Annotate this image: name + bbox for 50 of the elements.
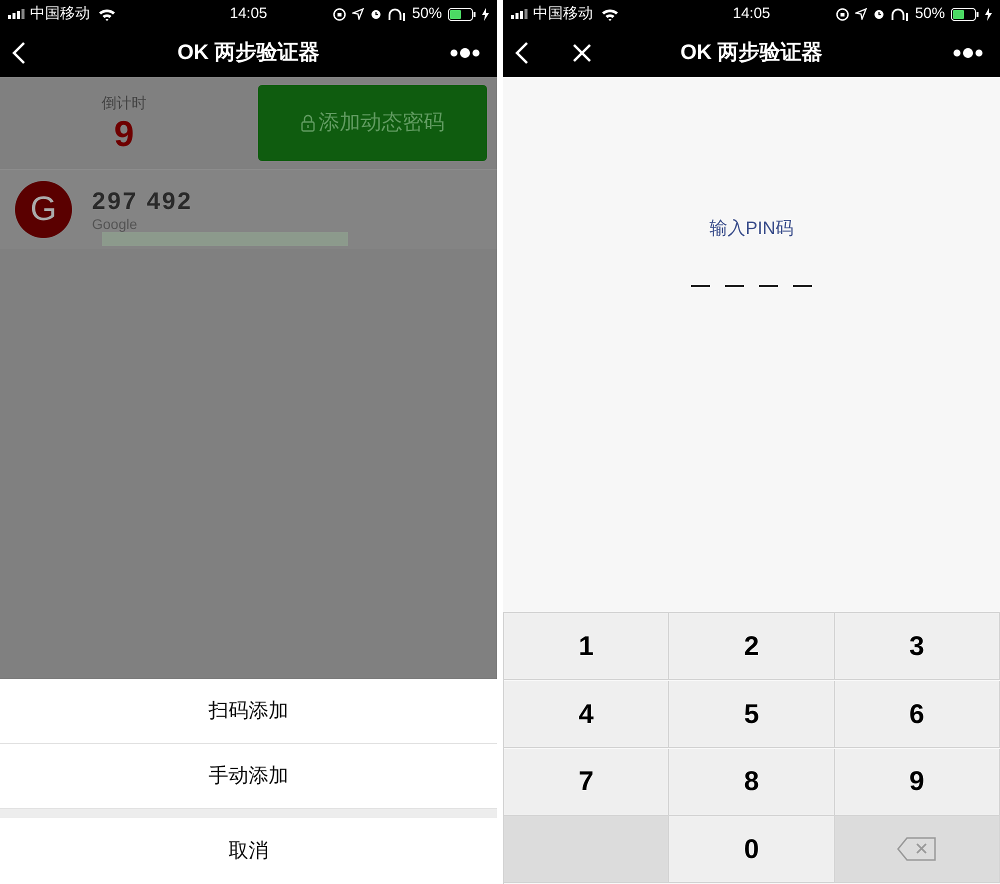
rotation-lock-icon: [836, 8, 849, 20]
charging-icon: [482, 8, 489, 20]
keypad-key[interactable]: 2: [669, 613, 835, 680]
account-avatar: G: [15, 181, 72, 238]
keypad-key[interactable]: 8: [669, 748, 835, 816]
account-code: 297 492: [92, 188, 193, 216]
headphones-icon: [388, 8, 406, 20]
keypad-key[interactable]: 6: [834, 680, 1000, 748]
countdown-value: 9: [114, 115, 134, 154]
signal-icon: [8, 9, 26, 19]
clock-time: 14:05: [732, 4, 770, 24]
window-title: OK 两步验证器: [177, 40, 320, 66]
countdown-label: 倒计时: [102, 94, 146, 114]
signal-icon: [511, 9, 529, 19]
battery-icon: [951, 8, 979, 20]
cancel-button[interactable]: 取消: [0, 818, 497, 884]
location-arrow-icon: [352, 8, 364, 20]
clock-time: 14:05: [230, 4, 268, 24]
battery-icon: [448, 8, 476, 20]
keypad-key[interactable]: 7: [504, 748, 670, 816]
close-button[interactable]: [571, 42, 593, 64]
action-sheet-item[interactable]: 扫码添加: [0, 679, 497, 744]
location-arrow-icon: [854, 8, 867, 20]
keypad-key[interactable]: 5: [669, 680, 835, 748]
alarm-icon: [370, 8, 382, 20]
keypad-key[interactable]: 9: [834, 748, 1000, 816]
action-sheet-item[interactable]: 手动添加: [0, 744, 497, 809]
back-chevron-icon: [12, 40, 26, 64]
close-icon: [572, 42, 592, 62]
backspace-icon: [896, 837, 937, 862]
carrier-name: 中国移动: [30, 4, 90, 24]
charging-icon: [985, 8, 992, 20]
pin-prompt: 输入PIN码: [709, 217, 794, 240]
headphones-icon: [890, 8, 909, 20]
battery-percent: 50%: [412, 4, 442, 24]
wifi-icon: [98, 8, 116, 20]
back-chevron-icon: [515, 40, 529, 64]
keypad-key[interactable]: 3: [834, 613, 1000, 680]
more-dots-icon: [952, 46, 984, 58]
carrier-name: 中国移动: [533, 4, 593, 24]
keypad-key[interactable]: 4: [504, 680, 670, 748]
rotation-lock-icon: [332, 8, 346, 20]
alarm-icon: [872, 8, 885, 20]
lock-icon: [300, 114, 314, 132]
wifi-icon: [601, 8, 619, 20]
more-dots-icon: [449, 46, 481, 58]
keypad-key[interactable]: 1: [504, 613, 670, 680]
battery-percent: 50%: [914, 4, 945, 24]
window-title: OK 两步验证器: [680, 40, 823, 66]
keypad-key[interactable]: 0: [669, 816, 835, 884]
